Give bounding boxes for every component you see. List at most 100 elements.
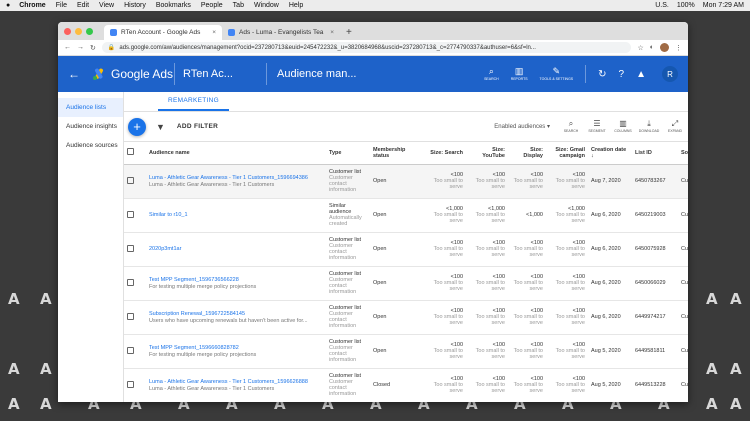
google-ads-logo[interactable]: Google Ads (92, 67, 174, 81)
audience-name-link[interactable]: 2020p3mt1ar (149, 246, 323, 252)
membership-status-cell[interactable]: Open (370, 232, 424, 267)
audience-name-cell: Luma - Athletic Gear Awareness - Tier 1 … (146, 164, 326, 199)
size-display-cell: <1,000 (508, 198, 546, 233)
audience-name-link[interactable]: Luma - Athletic Gear Awareness - Tier 1 … (149, 379, 323, 385)
notifications-icon[interactable]: ▲ (636, 69, 646, 80)
toolbar-segment-button[interactable]: ☰ SEGMENT (586, 120, 608, 134)
url-field[interactable]: 🔒 ads.google.com/aw/audiences/management… (101, 42, 632, 53)
help-icon[interactable]: ? (619, 69, 625, 80)
account-selector[interactable]: RTen Ac... (174, 63, 266, 85)
header-list-id[interactable]: List ID (632, 142, 678, 165)
input-source[interactable]: U.S. (655, 2, 669, 9)
nav-audience-sources[interactable]: Audience sources (58, 136, 123, 155)
membership-status-cell[interactable]: Open (370, 334, 424, 369)
header-reports-button[interactable]: ▥ REPORTS (511, 67, 528, 82)
battery-level[interactable]: 100% (677, 2, 695, 9)
header-search-button[interactable]: ⌕ SEARCH (484, 67, 499, 82)
header-audience-name[interactable]: Audience name (146, 142, 326, 165)
table-row[interactable]: 2020p3mt1ar Customer list Customer contact… (124, 232, 688, 267)
menu-window[interactable]: Window (254, 2, 279, 9)
row-checkbox[interactable] (124, 198, 146, 233)
minimize-window-icon[interactable] (75, 28, 82, 35)
address-bar-row: ← → ↻ 🔒 ads.google.com/aw/audiences/mana… (58, 40, 688, 56)
browser-tab-luma[interactable]: Ads - Luma - Evangelists Tea × (222, 25, 340, 40)
tab-close-icon[interactable]: × (330, 29, 334, 36)
sub-tabs: REMARKETING (124, 92, 688, 112)
account-avatar[interactable]: R (662, 66, 678, 82)
refresh-icon[interactable]: ↻ (598, 69, 606, 80)
header-size-youtube[interactable]: Size: YouTube (466, 142, 508, 165)
zoom-window-icon[interactable] (86, 28, 93, 35)
header-creation-date[interactable]: Creation date ↓ (588, 142, 632, 165)
membership-status-cell[interactable]: Open (370, 266, 424, 301)
filter-icon[interactable]: ▼ (156, 122, 165, 132)
tab-remarketing[interactable]: REMARKETING (158, 97, 229, 111)
select-all-checkbox[interactable] (124, 142, 146, 165)
new-tab-button[interactable]: + (340, 27, 358, 40)
audience-name-link[interactable]: Similar to r10_1 (149, 212, 323, 218)
menu-tab[interactable]: Tab (233, 2, 244, 9)
audience-name-link[interactable]: Test MPP Segment_1596660828782 (149, 345, 323, 351)
header-tools-button[interactable]: ✎ TOOLS & SETTINGS (540, 67, 574, 82)
row-checkbox[interactable] (124, 334, 146, 369)
membership-status-cell[interactable]: Open (370, 198, 424, 233)
row-checkbox[interactable] (124, 368, 146, 402)
membership-status-cell[interactable]: Closed (370, 368, 424, 402)
menu-chrome[interactable]: Chrome (19, 2, 45, 9)
tab-close-icon[interactable]: × (212, 29, 216, 36)
membership-status-cell[interactable]: Open (370, 164, 424, 199)
back-icon[interactable]: ← (64, 44, 71, 51)
menu-bookmarks[interactable]: Bookmarks (156, 2, 191, 9)
audience-name-link[interactable]: Luma - Athletic Gear Awareness - Tier 1 … (149, 175, 323, 181)
close-window-icon[interactable] (64, 28, 71, 35)
toolbar-expand-button[interactable]: ⤢ EXPAND (664, 120, 686, 134)
membership-status-cell[interactable]: Open (370, 300, 424, 335)
background-pattern-glyph: A (8, 395, 20, 413)
header-source[interactable]: Source (678, 142, 688, 165)
reload-icon[interactable]: ↻ (90, 44, 96, 52)
row-checkbox[interactable] (124, 164, 146, 199)
source-cell: Custome (678, 198, 688, 233)
nav-audience-lists[interactable]: Audience lists (58, 98, 123, 117)
menu-people[interactable]: People (201, 2, 223, 9)
nav-audience-insights[interactable]: Audience insights (58, 117, 123, 136)
row-checkbox[interactable] (124, 266, 146, 301)
back-arrow-icon[interactable]: ← (68, 67, 80, 81)
extension-icon[interactable]: ◐ (650, 44, 654, 51)
clock[interactable]: Mon 7:29 AM (703, 2, 744, 9)
header-size-gmail[interactable]: Size: Gmail campaign (546, 142, 588, 165)
menu-edit[interactable]: Edit (77, 2, 89, 9)
apple-icon[interactable]: ● (6, 2, 10, 9)
menu-view[interactable]: View (99, 2, 114, 9)
table-row[interactable]: Similar to r10_1 Similar audience Automati… (124, 198, 688, 233)
header-membership-status[interactable]: Membership status (370, 142, 424, 165)
table-row[interactable]: Luma - Athletic Gear Awareness - Tier 1 … (124, 368, 688, 402)
search-icon: ⌕ (568, 119, 574, 128)
header-type[interactable]: Type (326, 142, 370, 165)
row-checkbox[interactable] (124, 300, 146, 335)
more-menu-icon[interactable]: ⋮ (675, 44, 682, 52)
add-audience-button[interactable]: + (128, 117, 146, 136)
browser-tab-google-ads[interactable]: RTen Account - Google Ads × (104, 25, 222, 40)
audience-name-link[interactable]: Test MPP Segment_1596736566228 (149, 277, 323, 283)
audience-name-link[interactable]: Subscription Renewal_1596722584145 (149, 311, 323, 317)
header-size-search[interactable]: Size: Search (424, 142, 466, 165)
add-filter-button[interactable]: ADD FILTER (177, 123, 218, 130)
profile-avatar[interactable] (660, 43, 669, 52)
forward-icon[interactable]: → (77, 44, 84, 51)
header-size-display[interactable]: Size: Display (508, 142, 546, 165)
menu-help[interactable]: Help (289, 2, 303, 9)
menu-file[interactable]: File (56, 2, 67, 9)
button-label: DOWNLOAD (638, 129, 660, 133)
enabled-audiences-dropdown[interactable]: Enabled audiences ▾ (494, 123, 550, 130)
star-icon[interactable]: ☆ (637, 44, 643, 52)
row-checkbox[interactable] (124, 232, 146, 267)
table-row[interactable]: Subscription Renewal_1596722584145 Users … (124, 300, 688, 335)
menu-history[interactable]: History (124, 2, 146, 9)
table-row[interactable]: Test MPP Segment_1596736566228 For testin… (124, 266, 688, 301)
toolbar-search-button[interactable]: ⌕ SEARCH (560, 119, 582, 134)
toolbar-columns-button[interactable]: ▥ COLUMNS (612, 120, 634, 134)
toolbar-download-button[interactable]: ⤓ DOWNLOAD (638, 120, 660, 134)
table-row[interactable]: Luma - Athletic Gear Awareness - Tier 1 … (124, 164, 688, 199)
table-row[interactable]: Test MPP Segment_1596660828782 For testin… (124, 334, 688, 369)
